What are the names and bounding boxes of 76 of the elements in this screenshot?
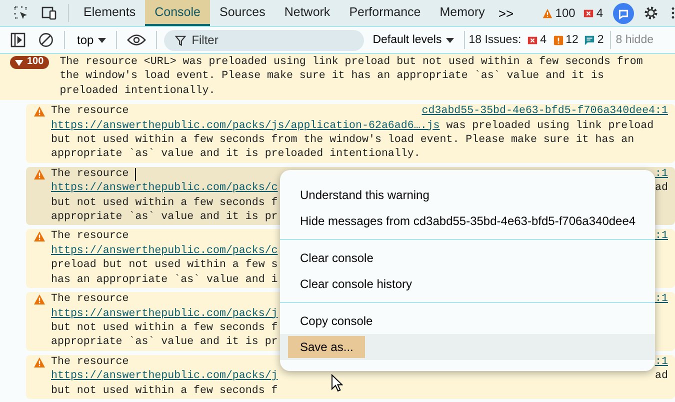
warning-icon [542, 8, 554, 18]
warning-icon [34, 231, 45, 242]
error-count[interactable]: 4 [596, 6, 603, 20]
inspect-icon[interactable] [13, 5, 29, 21]
mouse-pointer-icon [331, 374, 343, 392]
device-icon[interactable] [41, 5, 57, 21]
warning-icon [34, 168, 45, 180]
source-link[interactable]: cd3abd55-35bd-4e63-bfd5-f706a340dee4:1 [422, 104, 668, 119]
menu-item[interactable]: Clear console [288, 247, 386, 269]
warning-icon [34, 106, 45, 118]
issue-error-count: 4 [540, 34, 547, 46]
message-text: ad [655, 369, 668, 384]
message-text: The resource <URL> was preloaded using link preload but not used within a few seconds from the window's load event. Please make sure it has an appropriate `as` value and it is preloaded intentionally. [60, 55, 644, 98]
clear-console-icon[interactable] [38, 32, 54, 48]
source-link[interactable]: :1 [655, 229, 668, 244]
warning-message[interactable] [26, 104, 675, 163]
message-text: has an appropriate `as` value and i [51, 272, 278, 288]
panel-tab[interactable]: Network [274, 0, 340, 26]
panel-tab[interactable]: Memory [430, 0, 494, 26]
resource-link[interactable]: https://answerthepublic.com/packs/j [51, 369, 278, 384]
panel-tab[interactable]: Performance [340, 0, 430, 26]
group-count: 100 [27, 55, 44, 70]
resource-link[interactable]: https://answerthepublic.com/packs/js/application-62a6ad6….js [51, 118, 440, 134]
message-text: The resource [51, 354, 129, 370]
more-icon[interactable] [671, 6, 675, 20]
menu-item[interactable]: Understand this warning [288, 184, 442, 206]
group-count-badge[interactable]: 100 [10, 56, 49, 69]
message-text: but not used within a few seconds f [51, 196, 278, 210]
menu-item[interactable]: Clear console history [288, 273, 424, 295]
message-text: appropriate `as` value and it is pr [51, 335, 278, 350]
message-text: but not used within a few seconds from the window's load event. Please make sure it has an [51, 133, 634, 148]
resource-link[interactable]: https://answerthepublic.com/packs/c [51, 244, 278, 258]
context-dropdown[interactable]: top [69, 33, 98, 47]
menu-item[interactable]: Copy console [288, 310, 385, 332]
hidden-count: 8 hidde [616, 34, 654, 46]
message-text: ad [655, 181, 668, 196]
source-link[interactable]: :1 [655, 292, 668, 306]
message-text: preload but not used within a few s [51, 258, 278, 273]
message-text: The resource [51, 166, 129, 182]
warning-icon [552, 34, 564, 46]
menu-item[interactable]: Save as... [288, 336, 366, 358]
panel-tab[interactable]: Elements [74, 0, 146, 26]
message-text: The resource [51, 104, 129, 119]
text-cursor [134, 168, 136, 181]
resource-link[interactable]: https://answerthepublic.com/packs/j [51, 306, 278, 321]
warning-count[interactable]: 100 [555, 6, 576, 20]
source-link[interactable]: :1 [655, 354, 668, 370]
error-icon [527, 34, 538, 46]
filter-field[interactable]: Filter [164, 30, 364, 50]
error-icon [583, 8, 594, 18]
settings-icon[interactable] [643, 5, 659, 21]
issue-info-count: 2 [597, 34, 604, 46]
ai-assistant-icon[interactable] [613, 2, 634, 24]
warning-icon [34, 294, 45, 306]
info-icon [584, 34, 596, 46]
more-tabs-button[interactable]: >> [494, 6, 518, 20]
message-text: but not used within a few seconds f [51, 384, 278, 398]
warning-icon [34, 356, 45, 368]
caret-icon [98, 38, 106, 42]
eye-icon[interactable] [126, 34, 146, 46]
message-text: The resource [51, 229, 129, 244]
panel-tab[interactable]: Console [145, 0, 210, 26]
message-text: appropriate `as` value and it is preloaded intentionally. [51, 147, 420, 162]
filter-icon [174, 34, 186, 46]
resource-link[interactable]: https://answerthepublic.com/packs/c [51, 181, 278, 196]
sidebar-icon[interactable] [10, 32, 26, 48]
message-text: The resource [51, 292, 129, 306]
message-text: but not used within a few seconds f [51, 320, 278, 336]
caret-icon [446, 38, 454, 42]
log-levels-dropdown[interactable]: Default levels [364, 34, 446, 46]
message-text: was preloaded using link preload [445, 118, 654, 134]
issue-warning-count: 12 [566, 34, 578, 46]
source-link[interactable]: :1 [655, 166, 668, 182]
issues-label[interactable]: 18 Issues: [468, 34, 522, 46]
panel-tab[interactable]: Sources [210, 0, 275, 26]
message-text: appropriate `as` value and it is pr [51, 210, 278, 224]
